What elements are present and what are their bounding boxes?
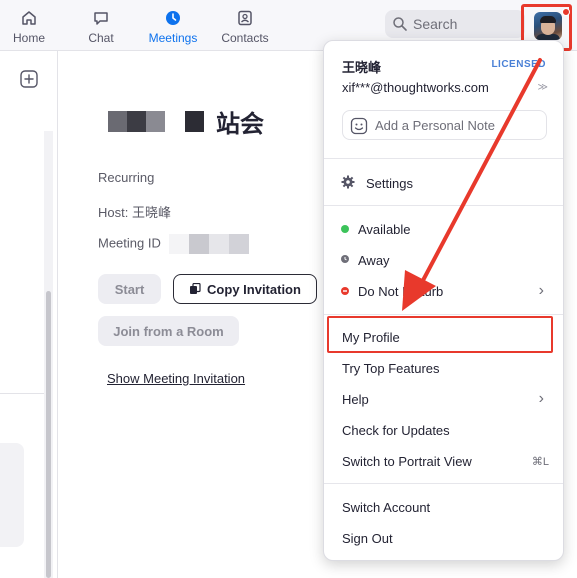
redacted-block: [146, 110, 165, 132]
do-not-disturb-icon: [341, 287, 349, 295]
smile-icon: [350, 117, 368, 135]
menu-divider: [324, 205, 563, 206]
redacted-block: [185, 110, 204, 132]
redacted-id: [188, 234, 209, 254]
menu-divider: [324, 314, 563, 315]
clock-icon: [166, 11, 180, 25]
search-placeholder: Search: [413, 16, 458, 32]
contacts-icon: [238, 10, 252, 26]
menu-item-portrait-view[interactable]: Switch to Portrait View: [342, 454, 472, 469]
menu-item-available[interactable]: Available: [358, 222, 411, 237]
personal-note-placeholder: Add a Personal Note: [375, 118, 495, 133]
start-button[interactable]: Start: [98, 274, 161, 304]
chevron-right-icon: ›: [538, 282, 544, 299]
meeting-id-row: Meeting ID: [98, 234, 249, 254]
tab-chat[interactable]: Chat: [80, 0, 122, 51]
copy-invitation-button[interactable]: Copy Invitation: [173, 274, 317, 304]
tab-meetings-label: Meetings: [148, 31, 198, 45]
redacted-id: [208, 234, 229, 254]
available-status-icon: [341, 225, 349, 233]
my-profile-highlight: [327, 316, 553, 353]
join-from-room-button[interactable]: Join from a Room: [98, 316, 239, 346]
tab-home-label: Home: [12, 31, 45, 45]
add-meeting-icon[interactable]: [20, 70, 38, 88]
license-badge: LICENSED: [491, 59, 546, 70]
redacted-block: [108, 110, 127, 132]
meeting-title-text: 站会: [216, 110, 264, 138]
show-invitation-link[interactable]: Show Meeting Invitation: [107, 371, 245, 386]
sidebar-meeting-card[interactable]: [0, 443, 24, 547]
home-icon: [22, 11, 36, 25]
chevron-right-icon: ›: [538, 390, 544, 407]
gear-icon: [341, 175, 355, 189]
meeting-id-label: Meeting ID: [98, 235, 161, 251]
menu-divider: [324, 483, 563, 484]
menu-item-check-updates[interactable]: Check for Updates: [342, 423, 450, 438]
personal-note-input[interactable]: Add a Personal Note: [342, 110, 547, 140]
tab-meetings[interactable]: Meetings: [145, 0, 201, 51]
menu-item-settings[interactable]: Settings: [366, 176, 413, 191]
meetings-sidebar: [0, 51, 58, 578]
search-icon: [393, 17, 407, 31]
redacted-block: [127, 110, 146, 132]
menu-item-sign-out[interactable]: Sign Out: [342, 531, 393, 546]
away-clock-icon: [341, 255, 349, 263]
search-input[interactable]: Search: [385, 10, 525, 38]
user-name: 王晓峰: [342, 60, 382, 75]
tab-contacts-label: Contacts: [221, 31, 269, 45]
portrait-view-shortcut: ⌘L: [531, 456, 549, 468]
email-suffix-mark: ≫: [537, 82, 548, 93]
sidebar-scroll-thumb[interactable]: [46, 291, 51, 578]
profile-menu: 王晓峰 LICENSED xif***@thoughtworks.com ≫ A…: [323, 40, 564, 561]
copy-icon: [190, 283, 201, 294]
meeting-title: 站会: [108, 106, 264, 138]
menu-item-do-not-disturb[interactable]: Do Not Disturb: [358, 284, 443, 299]
menu-divider: [324, 158, 563, 159]
menu-item-away[interactable]: Away: [358, 253, 390, 268]
copy-invitation-label: Copy Invitation: [207, 281, 301, 297]
tab-chat-label: Chat: [88, 31, 114, 45]
menu-item-try-top-features[interactable]: Try Top Features: [342, 361, 440, 376]
host-label: Host: 王晓峰: [98, 205, 171, 220]
redacted-id: [228, 234, 249, 254]
tab-contacts[interactable]: Contacts: [218, 0, 272, 51]
sidebar-divider: [0, 393, 44, 394]
menu-item-switch-account[interactable]: Switch Account: [342, 500, 430, 515]
user-email: xif***@thoughtworks.com: [342, 80, 489, 95]
chat-icon: [94, 12, 108, 25]
status-dot: [562, 8, 570, 16]
sidebar-scrollbar[interactable]: [44, 131, 53, 578]
avatar: [534, 12, 562, 40]
menu-item-help[interactable]: Help: [342, 392, 369, 407]
tab-home[interactable]: Home: [8, 0, 50, 51]
redacted-id: [168, 234, 189, 254]
recurring-label: Recurring: [98, 170, 155, 185]
